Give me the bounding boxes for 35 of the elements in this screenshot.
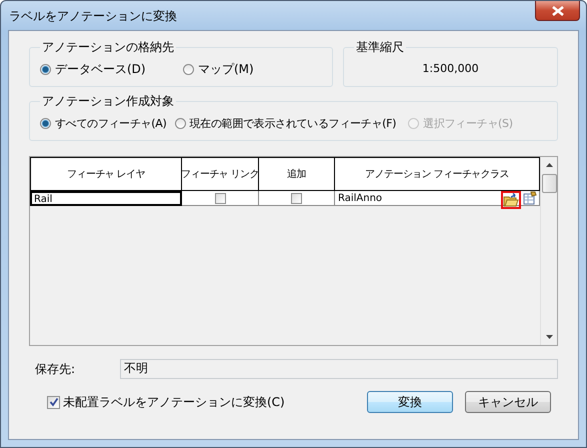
vertical-scrollbar[interactable] — [540, 157, 557, 345]
save-to-field: 不明 — [120, 359, 558, 379]
folder-arrow-icon — [503, 193, 519, 207]
group-title: アノテーションの格納先 — [41, 39, 175, 56]
scroll-down-icon[interactable] — [544, 334, 554, 340]
table-properties-icon[interactable] — [523, 191, 537, 205]
radio-button[interactable] — [183, 64, 194, 74]
checkbox[interactable] — [47, 396, 60, 408]
column-header[interactable]: フィーチャ レイヤ — [30, 157, 182, 191]
annotation-class-cell[interactable]: RailAnno — [338, 192, 501, 204]
scroll-thumb[interactable] — [542, 174, 556, 193]
checkbox[interactable] — [291, 192, 302, 204]
dialog-button[interactable]: 変換 — [367, 391, 453, 413]
close-icon — [552, 6, 564, 16]
radio-label: マップ(M) — [198, 60, 254, 78]
checkbox[interactable] — [214, 192, 226, 204]
radio-button[interactable] — [40, 118, 51, 128]
radio-button[interactable] — [40, 64, 51, 74]
layer-cell[interactable]: Rail — [30, 191, 182, 206]
radio-label: データベース(D) — [55, 60, 146, 78]
column-header[interactable]: フィーチャ リンク — [182, 157, 259, 191]
group-title: アノテーション作成対象 — [41, 93, 175, 110]
radio-option[interactable]: データベース(D) — [40, 60, 175, 78]
column-header[interactable]: アノテーション フィーチャクラス — [335, 157, 540, 191]
radio-button[interactable] — [174, 118, 186, 128]
column-header[interactable]: 追加 — [259, 157, 335, 191]
window-title: ラベルをアノテーションに変換 — [9, 8, 177, 25]
radio-option[interactable]: マップ(M) — [183, 60, 254, 78]
browse-button[interactable] — [501, 191, 521, 209]
group-title: 基準縮尺 — [355, 39, 405, 56]
scroll-up-icon[interactable] — [544, 162, 554, 168]
save-to-label: 保存先: — [34, 360, 76, 378]
scale-value: 1:500,000 — [422, 62, 479, 75]
close-button[interactable] — [535, 1, 580, 21]
dialog-button[interactable]: キャンセル — [465, 391, 551, 413]
